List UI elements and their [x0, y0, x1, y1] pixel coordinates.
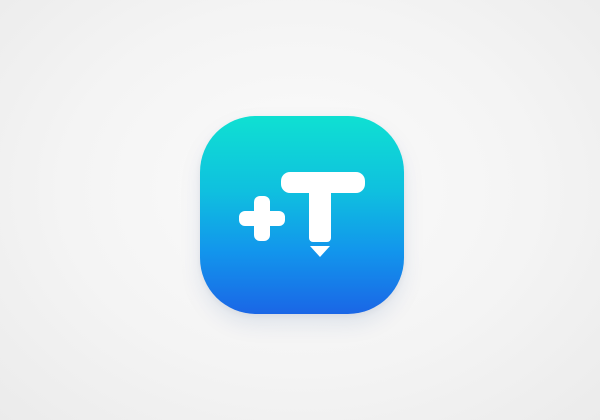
app-icon[interactable]	[200, 116, 404, 314]
app-icon-glyph	[239, 172, 365, 257]
canvas	[0, 0, 600, 420]
plus-icon	[239, 196, 285, 241]
text-cursor-t-icon	[281, 172, 365, 257]
